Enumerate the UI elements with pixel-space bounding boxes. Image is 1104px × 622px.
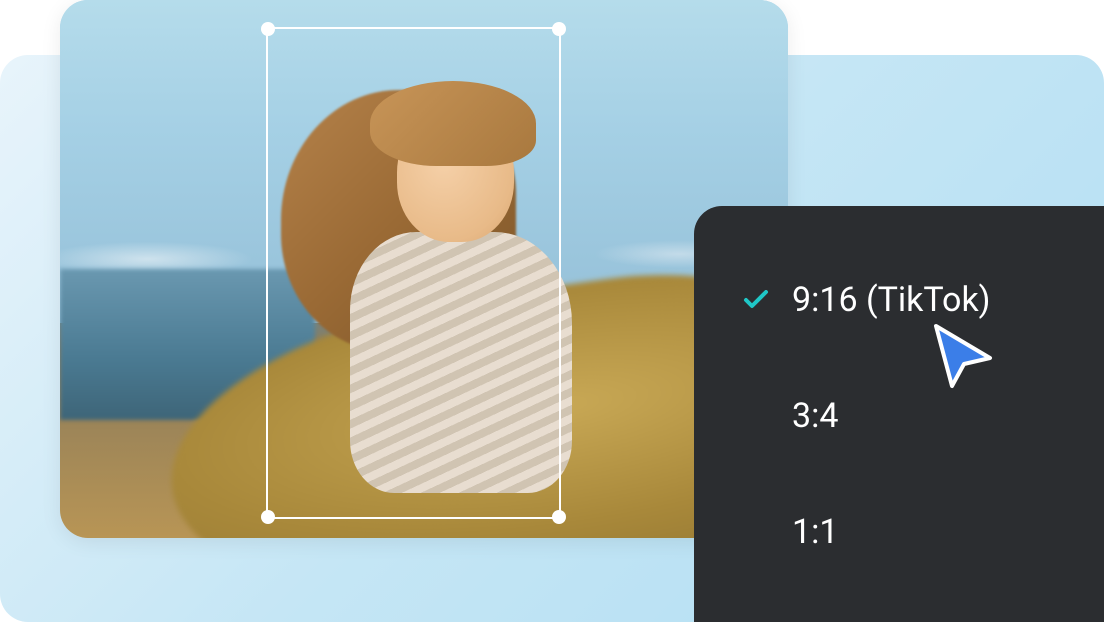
- crop-handle-bottom-left[interactable]: [261, 510, 275, 524]
- crop-handle-top-left[interactable]: [261, 22, 275, 36]
- check-icon: [742, 290, 770, 310]
- ratio-option-label: 1:1: [792, 512, 838, 552]
- crop-handle-bottom-right[interactable]: [552, 510, 566, 524]
- ratio-option-1-1[interactable]: 1:1: [742, 508, 1056, 556]
- ratio-option-label: 3:4: [792, 396, 838, 436]
- photo-preview[interactable]: [60, 0, 788, 538]
- ratio-option-9-16[interactable]: 9:16 (TikTok): [742, 276, 1056, 324]
- photo-person: [337, 43, 614, 516]
- crop-handle-top-right[interactable]: [552, 22, 566, 36]
- aspect-ratio-menu: 9:16 (TikTok) 3:4 1:1: [694, 206, 1104, 622]
- ratio-option-3-4[interactable]: 3:4: [742, 392, 1056, 440]
- ratio-option-label: 9:16 (TikTok): [792, 280, 991, 320]
